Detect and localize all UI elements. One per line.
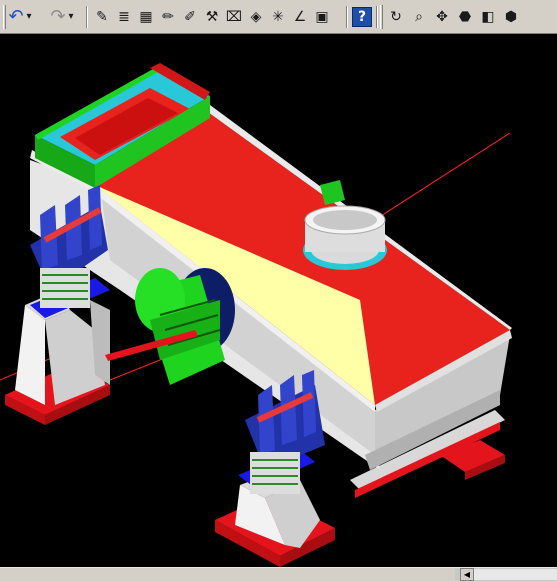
redo-dropdown-icon[interactable]: ▾ — [66, 7, 76, 27]
document-list-icon[interactable]: ≣ — [114, 7, 134, 27]
cube-object-icon[interactable]: ◈ — [246, 7, 266, 27]
toolbar-grip[interactable] — [380, 5, 383, 29]
horizontal-scrollbar[interactable]: ◀ — [0, 567, 557, 581]
pencil-icon[interactable]: ✏ — [158, 7, 178, 27]
sketch-icon[interactable]: ✎ — [92, 7, 112, 27]
ruler-icon[interactable]: ⚒ — [202, 7, 222, 27]
magic-pencil-icon[interactable]: ✐ — [180, 7, 200, 27]
camera-icon[interactable]: ⌧ — [224, 7, 244, 27]
angle-icon[interactable]: ∠ — [290, 7, 310, 27]
vibrating-screen-model — [0, 63, 512, 567]
undo-dropdown-icon[interactable]: ▾ — [24, 7, 34, 27]
zoom-icon[interactable]: ⌕ — [409, 7, 429, 27]
status-pane — [0, 568, 455, 581]
toolbar: ↶ ▾ ↷ ▾ ✎ ≣ ▦ ✏ ✐ ⚒ ⌧ ◈ ✳ ∠ ▣? ↻ ⌕ ✥ ⬣ ◧ ⬢ — [0, 0, 557, 34]
section-view-icon[interactable]: ◧ — [478, 7, 498, 27]
toolbar-separator — [376, 6, 378, 28]
pan-icon[interactable]: ✥ — [432, 7, 452, 27]
spring-bracket-right — [245, 370, 325, 494]
scroll-track[interactable] — [474, 569, 557, 580]
cad-viewport[interactable] — [0, 34, 557, 567]
redo-icon[interactable]: ↷ — [48, 7, 68, 27]
toolbar-separator — [86, 6, 88, 28]
render-icon[interactable]: ▣ — [312, 7, 332, 27]
undo-icon[interactable]: ↶ — [6, 7, 26, 27]
help-icon[interactable]: ? — [352, 7, 372, 27]
shaded-view-icon[interactable]: ⬣ — [455, 7, 475, 27]
rotate-icon[interactable]: ↻ — [386, 7, 406, 27]
toolbar-separator — [346, 6, 348, 28]
iso-cube-icon[interactable]: ⬢ — [501, 7, 521, 27]
table-icon[interactable]: ▦ — [136, 7, 156, 27]
asterisk-icon[interactable]: ✳ — [268, 7, 288, 27]
vibration-motor — [135, 268, 235, 385]
scroll-left-arrow-icon[interactable]: ◀ — [460, 568, 474, 581]
